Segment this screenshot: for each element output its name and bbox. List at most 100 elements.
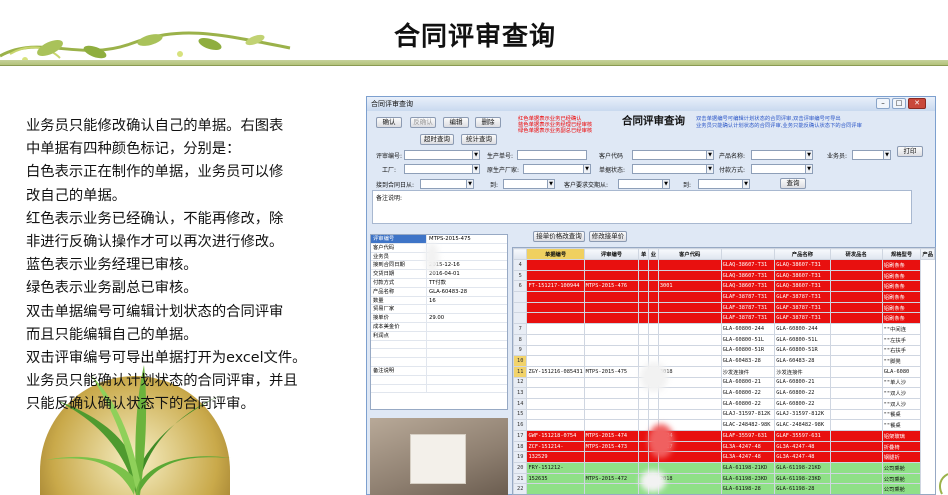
doc-no-cell[interactable] [526, 355, 585, 367]
review-no-cell[interactable] [583, 333, 640, 346]
detail-value[interactable] [427, 244, 507, 252]
product-name-cell[interactable]: GLAQ-38607-T31 [720, 269, 776, 282]
row-number[interactable]: 21 [513, 472, 528, 485]
table-row[interactable]: 20 FRY-151212- GLA-61198-21KD GLA-61198-21K… [513, 462, 935, 474]
query-button[interactable]: 查询 [780, 178, 806, 189]
salesman-cell[interactable] [648, 333, 659, 346]
review-no-cell[interactable] [583, 387, 640, 399]
doc-no-cell[interactable] [526, 323, 585, 335]
rd-name-cell[interactable]: GLAF-35597-631 [774, 430, 831, 442]
spec-cell[interactable] [829, 408, 883, 421]
row-number[interactable]: 22 [513, 483, 528, 494]
status-cell[interactable] [638, 280, 650, 293]
row-number[interactable]: 9 [513, 344, 528, 357]
customer-code-cell[interactable]: 2018 [657, 472, 722, 485]
review-no-cell[interactable] [583, 397, 640, 410]
status-cell[interactable] [638, 259, 650, 271]
rd-name-cell[interactable]: GLAQ-38607-T31 [774, 280, 831, 293]
detail-value[interactable] [427, 358, 507, 366]
row-number[interactable]: 11 [513, 365, 528, 378]
product-extra-cell[interactable]: 铝刷条条 [881, 269, 922, 282]
column-header[interactable]: 研发品名 [829, 248, 883, 260]
payment-input[interactable] [751, 164, 811, 174]
grid-corner[interactable] [513, 248, 528, 260]
doc-no-cell[interactable]: ZCF-151214- [526, 440, 585, 453]
salesman-cell[interactable] [648, 408, 659, 421]
product-name-cell[interactable]: GLAJ-31597-812K [720, 408, 776, 421]
customer-code-cell[interactable] [657, 323, 722, 335]
rd-name-cell[interactable]: GLAF-38787-T31 [774, 291, 831, 303]
rd-name-cell[interactable]: GLA-60800-22 [774, 387, 831, 399]
detail-value[interactable] [427, 349, 507, 357]
product-name-cell[interactable]: GLA-61198-23KD [720, 472, 776, 485]
status-cell[interactable] [638, 291, 650, 303]
doc-no-cell[interactable] [526, 408, 585, 421]
customer-code-input[interactable] [632, 150, 712, 160]
detail-row[interactable]: 评审编号 MTPS-2015-475 [371, 235, 507, 244]
doc-status-input[interactable] [632, 164, 712, 174]
column-header[interactable] [720, 248, 776, 260]
table-row[interactable]: 9 GLA-60800-51R GLA-60800-51R ""右扶手 [513, 344, 935, 357]
review-no-cell[interactable] [583, 419, 640, 431]
doc-status-dropdown[interactable]: ▼ [706, 164, 714, 174]
row-number[interactable]: 5 [513, 269, 528, 282]
rd-name-cell[interactable]: GLAF-38787-T31 [774, 312, 831, 325]
row-number[interactable]: 20 [513, 462, 528, 474]
customer-code-cell[interactable]: 3001 [657, 280, 722, 293]
cust-delivery-from-input[interactable] [618, 179, 668, 189]
product-extra-cell[interactable]: 钢腿折 [881, 451, 922, 464]
status-cell[interactable] [638, 344, 650, 357]
table-row[interactable]: GLAF-38787-T31 GLAF-38787-T31 铝刷条条 [513, 291, 935, 303]
table-row[interactable]: 16 GLAC-248482-98K GLAC-248482-98K ""餐桌 [513, 419, 935, 431]
product-extra-cell[interactable]: ""右扶手 [881, 344, 922, 357]
doc-no-cell[interactable] [526, 397, 585, 410]
customer-code-cell[interactable] [657, 387, 722, 399]
rd-name-cell[interactable]: GLAF-38787-T31 [774, 301, 831, 314]
row-number[interactable] [513, 301, 528, 314]
product-name-input[interactable] [751, 150, 811, 160]
cust-delivery-to-dropdown[interactable]: ▼ [742, 179, 750, 189]
detail-row[interactable]: 交货日期 2016-04-01 [371, 270, 507, 279]
doc-no-cell[interactable] [526, 291, 585, 303]
product-extra-cell[interactable]: 公司乘舱 [881, 472, 922, 485]
row-number[interactable]: 10 [513, 355, 528, 367]
spec-cell[interactable] [829, 419, 883, 431]
detail-value[interactable] [427, 305, 507, 313]
unconfirm-button[interactable]: 反确认 [410, 117, 436, 128]
doc-no-cell[interactable] [526, 344, 585, 357]
detail-row[interactable]: 数量 16 [371, 296, 507, 306]
row-number[interactable]: 14 [513, 397, 528, 410]
detail-value[interactable] [427, 332, 507, 340]
review-no-cell[interactable]: MTPS-2015-475 [583, 365, 640, 378]
table-row[interactable]: 7 GLA-60800-244 GLA-60800-244 ""中间连 [513, 323, 935, 335]
table-row[interactable]: 18ZCF-151214-MTPS-2015-4733017GL3A-4247-… [513, 440, 935, 453]
producer-no-input[interactable] [517, 150, 587, 160]
row-number[interactable]: 19 [513, 451, 528, 464]
rd-name-cell[interactable]: GL3A-4247-48 [774, 451, 831, 464]
salesman-cell[interactable] [648, 312, 659, 325]
detail-row[interactable]: 备注说明 [371, 366, 507, 376]
status-cell[interactable] [638, 397, 650, 410]
spec-cell[interactable] [829, 397, 883, 410]
spec-cell[interactable] [829, 291, 883, 303]
product-name-cell[interactable]: GLAF-38787-T31 [720, 291, 776, 303]
product-extra-cell[interactable]: 折叠椅 [881, 440, 922, 453]
review-no-cell[interactable] [583, 408, 640, 421]
factory-dropdown[interactable]: ▼ [472, 164, 480, 174]
product-name-cell[interactable]: GLAQ-38607-T31 [720, 259, 776, 271]
detail-row[interactable]: 产品名称 GLA-60483-28 [371, 287, 507, 297]
rd-name-cell[interactable]: GLA-60800-244 [774, 323, 831, 335]
row-number[interactable]: 8 [513, 333, 528, 346]
customer-code-cell[interactable] [657, 259, 722, 271]
overdue-query-button[interactable]: 超时查询 [420, 134, 454, 145]
status-cell[interactable] [638, 269, 650, 282]
spec-cell[interactable] [829, 333, 883, 346]
review-no-cell[interactable]: MTPS-2015-472 [583, 472, 640, 485]
review-no-cell[interactable]: MTPS-2015-476 [583, 280, 640, 293]
review-no-cell[interactable] [583, 323, 640, 335]
review-no-cell[interactable] [583, 376, 640, 389]
detail-row[interactable] [371, 375, 507, 385]
rd-name-cell[interactable]: GLA-60483-28 [774, 355, 831, 367]
spec-cell[interactable] [829, 440, 883, 453]
spec-cell[interactable] [829, 355, 883, 367]
